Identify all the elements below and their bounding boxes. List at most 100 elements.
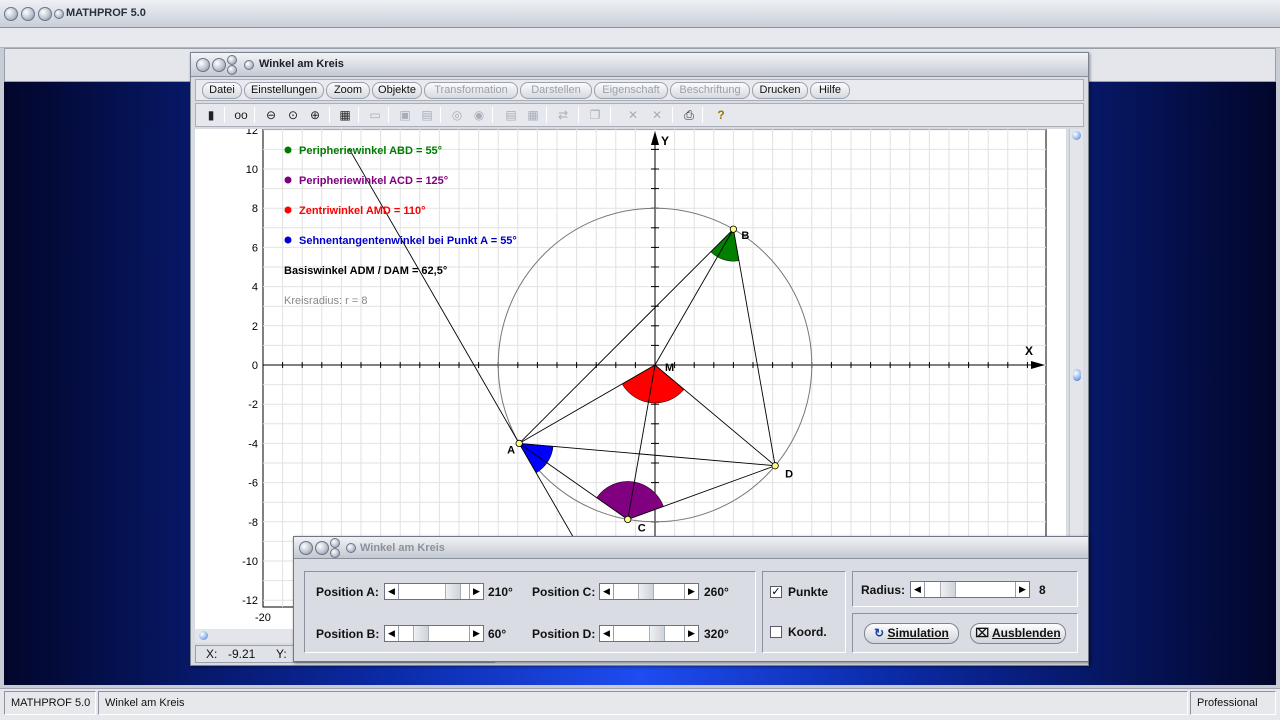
circle-icon[interactable]: ◉ [470, 106, 488, 124]
slider-left-arrow[interactable]: ◀ [911, 582, 925, 597]
point-label-d: D [785, 469, 793, 481]
radius-label: Radius: [861, 583, 906, 597]
point-b [729, 225, 738, 233]
glasses-icon[interactable]: oo [232, 106, 250, 124]
slider-thumb[interactable] [412, 626, 429, 641]
radius-slider[interactable]: ◀ ▶ [910, 581, 1030, 598]
window-close-orb[interactable] [196, 58, 210, 72]
slider-right-arrow[interactable]: ▶ [684, 584, 698, 599]
graph-window-titlebar[interactable]: Winkel am Kreis [191, 53, 1088, 77]
zoom-in-icon[interactable]: ⊕ [306, 106, 324, 124]
app-maximize-orb[interactable] [38, 7, 52, 21]
table-icon[interactable]: ▦ [524, 106, 542, 124]
position-b-slider[interactable]: ◀ ▶ [384, 625, 484, 642]
window-restore-orb[interactable] [227, 65, 237, 75]
control-window-titlebar[interactable]: Winkel am Kreis [294, 537, 1088, 559]
control-menu-orb[interactable] [346, 543, 356, 553]
toolbar-separator [546, 107, 547, 123]
help-icon[interactable]: ? [712, 106, 730, 124]
grid-icon[interactable]: ▤ [418, 106, 436, 124]
menu-beschriftung[interactable]: Beschriftung [670, 82, 750, 99]
koord-label[interactable]: Koord. [788, 625, 827, 639]
legend-entry: Zentriwinkel AMD = 110° [299, 205, 426, 217]
y-tick-label: -10 [242, 556, 258, 568]
app-menu-orb[interactable] [54, 9, 64, 19]
y-tick-label: -12 [242, 595, 258, 607]
menu-eigenschaft[interactable]: Eigenschaft [594, 82, 668, 99]
legend-dot [284, 146, 292, 154]
menu-datei[interactable]: Datei [202, 82, 242, 99]
close-icon[interactable]: ✕ [648, 106, 666, 124]
point-label-c: C [638, 522, 646, 534]
position-b-label: Position B: [316, 627, 380, 641]
scroll-left-orb[interactable] [199, 631, 208, 640]
menu-drucken[interactable]: Drucken [752, 82, 808, 99]
ausblenden-button[interactable]: ⌧ Ausblenden [970, 623, 1066, 644]
menu-objekte[interactable]: Objekte [372, 82, 422, 99]
refresh-icon: ↻ [874, 626, 885, 640]
x-coord-value: -9.21 [228, 647, 256, 661]
print-icon[interactable]: ⎙ [680, 106, 698, 124]
position-a-label: Position A: [316, 585, 379, 599]
position-a-slider[interactable]: ◀ ▶ [384, 583, 484, 600]
slider-thumb[interactable] [939, 582, 956, 597]
calculator-icon[interactable]: ▮ [202, 106, 220, 124]
table-icon[interactable]: ▤ [502, 106, 520, 124]
toolbar-separator [492, 107, 493, 123]
scroll-up-orb[interactable] [1072, 131, 1081, 140]
menu-hilfe[interactable]: Hilfe [810, 82, 850, 99]
slider-right-arrow[interactable]: ▶ [1015, 582, 1029, 597]
window-menu-orb[interactable] [244, 60, 254, 70]
y-tick-label: -6 [248, 478, 258, 490]
slider-right-arrow[interactable]: ▶ [469, 626, 483, 641]
punkte-label[interactable]: Punkte [788, 585, 828, 599]
window-minimize-orb[interactable] [212, 58, 226, 72]
koord-checkbox[interactable] [770, 626, 782, 638]
zoom-default-icon[interactable]: ⊙ [284, 106, 302, 124]
vertical-scroll-thumb[interactable] [1073, 369, 1081, 381]
export-icon[interactable]: ⇄ [554, 106, 572, 124]
simulation-button[interactable]: ↻ Simulation [864, 623, 959, 644]
app-titlebar: MATHPROF 5.0 [0, 0, 1280, 28]
app-menu-band [0, 28, 1280, 48]
y-tick-label: -2 [248, 399, 258, 411]
slider-left-arrow[interactable]: ◀ [600, 584, 614, 599]
menu-einstellungen[interactable]: Einstellungen [244, 82, 324, 99]
toolbar-separator [440, 107, 441, 123]
control-maximize-orb[interactable] [330, 538, 340, 548]
settings-icon[interactable]: ▦ [336, 106, 354, 124]
toolbar-separator [672, 107, 673, 123]
slider-left-arrow[interactable]: ◀ [385, 626, 399, 641]
window-maximize-orb[interactable] [227, 55, 237, 65]
control-restore-orb[interactable] [330, 548, 340, 558]
app-close-orb[interactable] [4, 7, 18, 21]
position-d-slider[interactable]: ◀ ▶ [599, 625, 699, 642]
app-minimize-orb[interactable] [21, 7, 35, 21]
punkte-checkbox[interactable]: ✓ [770, 586, 782, 598]
menu-zoom[interactable]: Zoom [326, 82, 370, 99]
position-d-label: Position D: [532, 627, 596, 641]
grid-icon[interactable]: ▣ [396, 106, 414, 124]
menu-transformation[interactable]: Transformation [424, 82, 518, 99]
zoom-out-icon[interactable]: ⊖ [262, 106, 280, 124]
slider-right-arrow[interactable]: ▶ [469, 584, 483, 599]
menubar: Datei Einstellungen Zoom Objekte Transfo… [195, 79, 1084, 101]
window-icon[interactable]: ▭ [366, 106, 384, 124]
copy-icon[interactable]: ❐ [586, 106, 604, 124]
slider-left-arrow[interactable]: ◀ [385, 584, 399, 599]
status-edition: Professional [1190, 691, 1276, 715]
control-close-orb[interactable] [299, 541, 313, 555]
control-minimize-orb[interactable] [315, 541, 329, 555]
menu-darstellen[interactable]: Darstellen [520, 82, 592, 99]
slider-thumb[interactable] [638, 584, 655, 599]
position-c-slider[interactable]: ◀ ▶ [599, 583, 699, 600]
close-icon[interactable]: ✕ [624, 106, 642, 124]
slider-left-arrow[interactable]: ◀ [600, 626, 614, 641]
slider-right-arrow[interactable]: ▶ [684, 626, 698, 641]
point-c [624, 515, 632, 524]
slider-thumb[interactable] [444, 584, 461, 599]
circle-icon[interactable]: ◎ [448, 106, 466, 124]
legend-dot [284, 206, 292, 214]
slider-thumb[interactable] [649, 626, 666, 641]
y-tick-label: 2 [252, 321, 258, 333]
